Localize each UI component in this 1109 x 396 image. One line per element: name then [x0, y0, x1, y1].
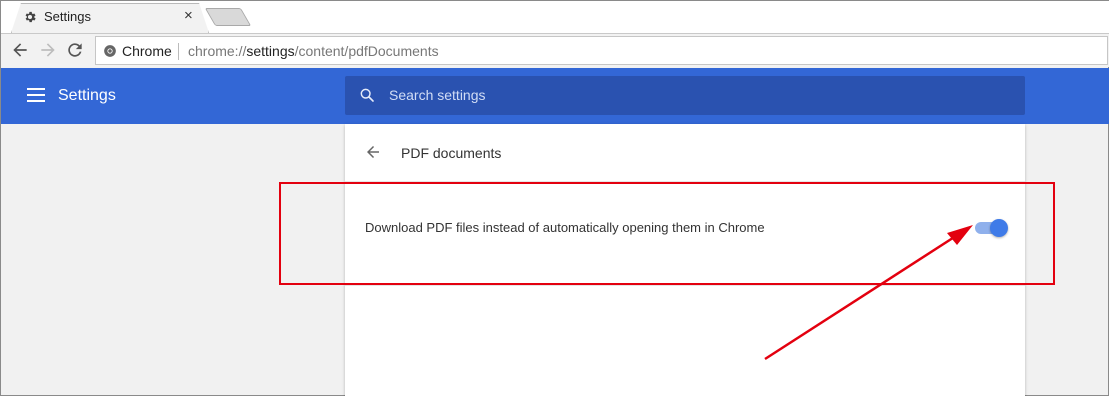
settings-card: PDF documents Download PDF files instead… [345, 124, 1025, 396]
chrome-icon [104, 45, 116, 57]
toggle-knob [990, 219, 1008, 237]
url-path: /content/pdfDocuments [294, 43, 439, 59]
arrow-left-icon[interactable] [10, 40, 30, 60]
tab-close-icon[interactable]: × [184, 7, 193, 24]
page-title: PDF documents [401, 145, 502, 161]
tab-strip: Settings × [1, 1, 1109, 34]
arrow-left-icon[interactable] [363, 143, 383, 161]
new-tab-button[interactable] [204, 8, 252, 26]
settings-header: Settings [1, 68, 1109, 124]
url-host: settings [246, 43, 295, 59]
arrow-right-icon[interactable] [38, 40, 58, 60]
browser-toolbar: Chrome chrome://settings/content/pdfDocu… [1, 33, 1109, 67]
tab-settings[interactable] [12, 4, 208, 34]
reload-icon[interactable] [65, 40, 85, 60]
tab-title: Settings [44, 9, 91, 24]
search-input[interactable] [389, 82, 989, 108]
omnibox-separator [178, 43, 179, 60]
divider [345, 285, 1025, 286]
setting-label: Download PDF files instead of automatica… [365, 220, 765, 235]
omnibox-chrome-label: Chrome [122, 43, 172, 59]
address-bar[interactable]: Chrome chrome://settings/content/pdfDocu… [95, 36, 1108, 65]
gear-icon [25, 11, 36, 23]
url-prefix: chrome:// [188, 43, 247, 59]
url-text: chrome://settings/content/pdfDocuments [188, 43, 439, 59]
hamburger-icon[interactable] [27, 88, 45, 102]
search-box[interactable] [345, 76, 1025, 115]
search-icon [360, 88, 374, 102]
download-pdf-toggle[interactable] [975, 219, 1008, 237]
header-title: Settings [58, 87, 116, 104]
divider [345, 181, 1025, 182]
